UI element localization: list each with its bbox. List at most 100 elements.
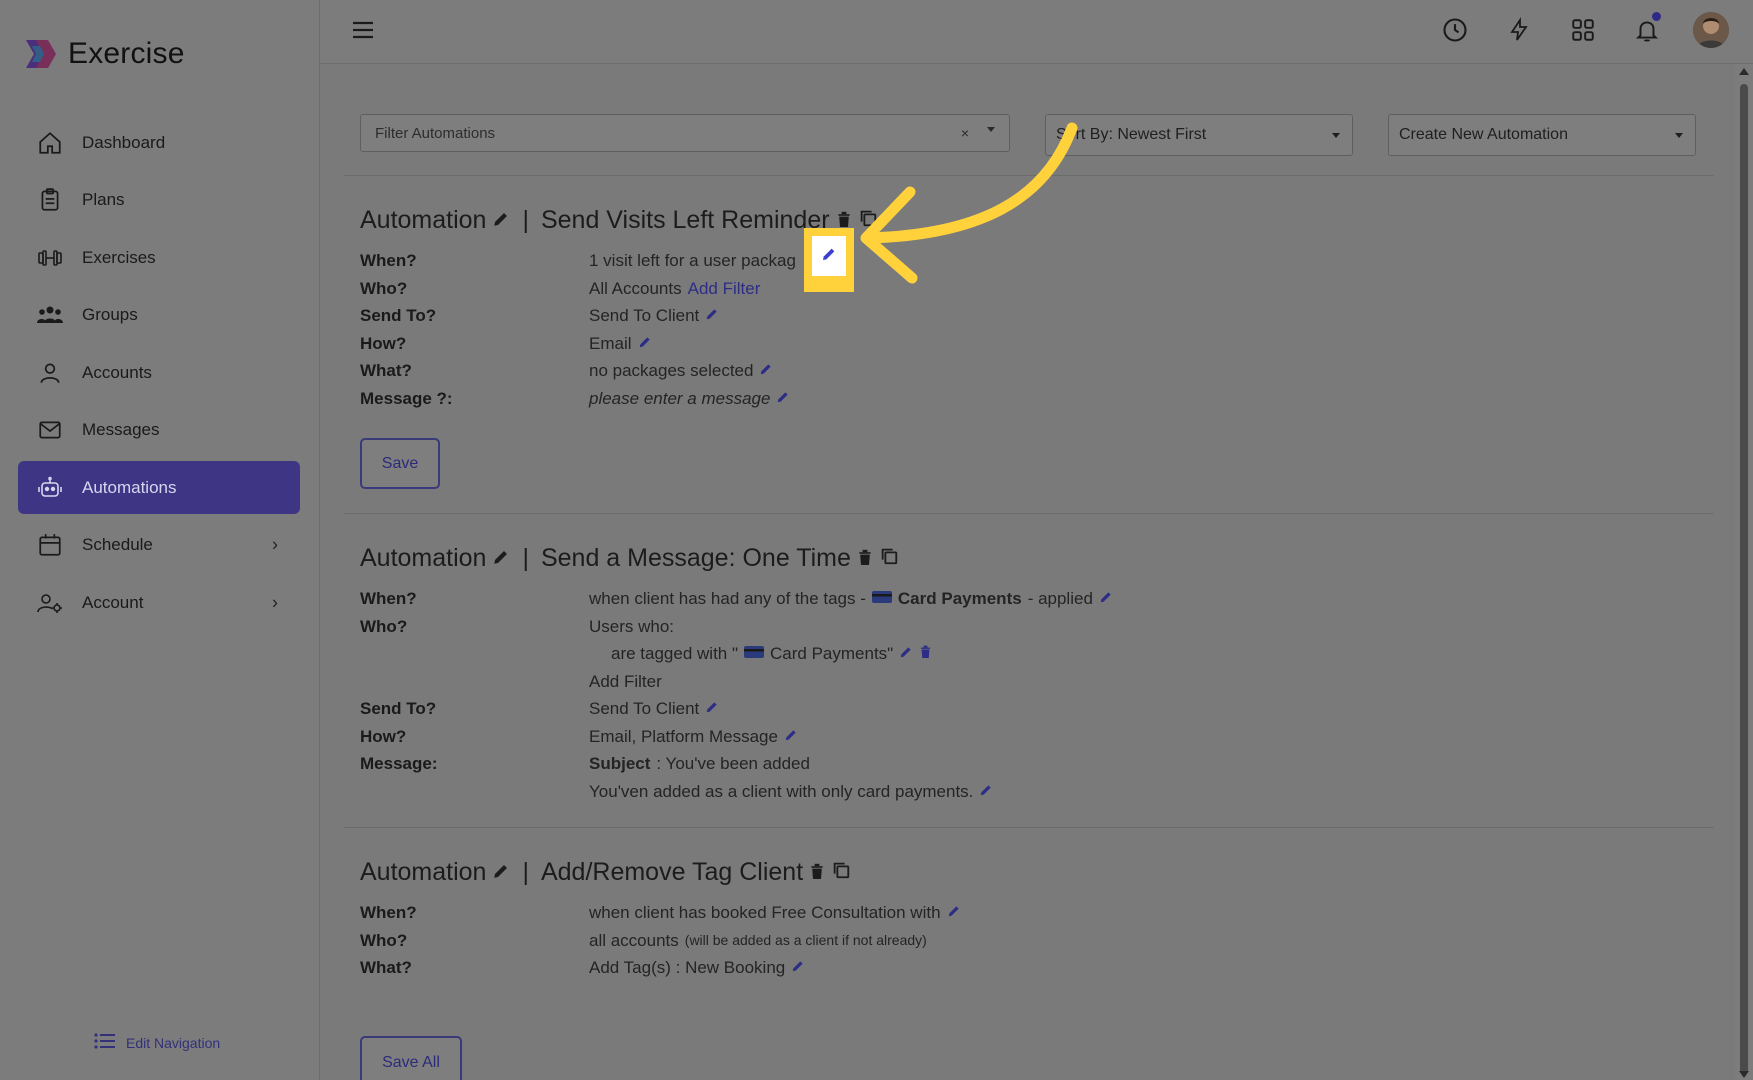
avatar[interactable] (1693, 12, 1729, 48)
history-icon[interactable] (1437, 12, 1473, 48)
when-row: When? 1 visit left for a user packag (360, 247, 878, 275)
sendto-label: Send To? (360, 306, 437, 325)
how-value: Email (589, 330, 652, 358)
create-automation-select[interactable]: Create New Automation (1388, 114, 1696, 156)
message-value: please enter a message (589, 385, 790, 413)
edit-pencil-icon[interactable] (492, 206, 510, 235)
who-row: Who? all accounts (will be added as a cl… (360, 927, 961, 955)
sidebar-item-plans[interactable]: Plans (18, 174, 300, 227)
brand[interactable]: Exercise (22, 36, 185, 72)
edit-pencil-icon (821, 246, 837, 267)
edit-pencil-icon[interactable] (638, 330, 652, 358)
sidebar-item-schedule[interactable]: Schedule › (18, 519, 300, 572)
bolt-icon[interactable] (1501, 12, 1537, 48)
add-filter-link[interactable]: Add Filter (688, 275, 761, 303)
sidebar-item-account[interactable]: Account › (18, 576, 300, 629)
how-label: How? (360, 333, 407, 353)
sidebar-nav: Dashboard Plans Exercises Groups Account… (18, 116, 300, 634)
list-icon (94, 1032, 116, 1053)
sidebar-item-label: Groups (82, 305, 138, 324)
edit-pencil-icon[interactable] (784, 723, 798, 751)
automation-name: Send Visits Left Reminder (540, 206, 830, 234)
when-value: 1 visit left for a user packag (589, 247, 796, 275)
topbar-actions (1437, 12, 1729, 48)
edit-pencil-icon[interactable] (1099, 585, 1113, 613)
who-text: All Accounts (589, 278, 682, 298)
copy-icon[interactable] (879, 544, 899, 573)
how-row: How? Email, Platform Message (360, 723, 1113, 751)
credit-card-icon (744, 640, 765, 668)
subject-text: : You've been added (656, 754, 810, 773)
message-body: You'ven added as a client with only card… (589, 778, 993, 806)
copy-icon[interactable] (831, 858, 851, 887)
trash-icon[interactable] (809, 858, 825, 887)
grid-icon[interactable] (1565, 12, 1601, 48)
sidebar-item-accounts[interactable]: Accounts (18, 346, 300, 399)
notification-dot (1652, 12, 1661, 21)
what-row: What? no packages selected (360, 357, 878, 385)
who-label: Who? (360, 930, 408, 950)
scrollbar-thumb[interactable] (1740, 84, 1748, 1074)
users-icon (36, 301, 64, 329)
message-body-row: You'ven added as a client with only card… (360, 778, 1113, 806)
message-body-text: You'ven added as a client with only card… (589, 781, 974, 801)
save-all-button[interactable]: Save All (360, 1036, 462, 1080)
scroll-down-arrow-icon[interactable] (1739, 1071, 1749, 1078)
when-value: when client has booked Free Consultation… (589, 899, 961, 927)
who-row: Who? All Accounts Add Filter (360, 275, 878, 303)
edit-pencil-icon[interactable] (705, 695, 719, 723)
sidebar-item-label: Automations (82, 477, 177, 497)
edit-pencil-icon[interactable] (492, 858, 510, 887)
add-filter-row: Add Filter (360, 668, 1113, 696)
sidebar-item-dashboard[interactable]: Dashboard (18, 116, 300, 169)
scrollbar[interactable] (1735, 64, 1753, 1080)
when-text-post: - applied (1027, 589, 1093, 608)
scroll-up-arrow-icon[interactable] (1739, 68, 1749, 75)
sidebar-item-messages[interactable]: Messages (18, 404, 300, 457)
who-note: (will be added as a client if not alread… (684, 931, 927, 948)
chevron-right-icon: › (272, 534, 278, 555)
bell-icon[interactable] (1629, 12, 1665, 48)
title-separator: | (522, 858, 529, 886)
sidebar-item-exercises[interactable]: Exercises (18, 231, 300, 284)
message-row: Message: Subject: You've been added (360, 750, 1113, 778)
sendto-text: Send To Client (589, 699, 700, 718)
edit-pencil-icon[interactable] (776, 385, 790, 413)
trash-icon[interactable] (919, 640, 932, 668)
sidebar: Exercise Dashboard Plans Exercises Group… (0, 0, 320, 1080)
sidebar-item-label: Account (82, 592, 144, 612)
sidebar-item-automations[interactable]: Automations (18, 461, 300, 514)
edit-navigation-link[interactable]: Edit Navigation (94, 1032, 220, 1053)
edit-pencil-icon[interactable] (947, 899, 961, 927)
message-label: Message ?: (360, 388, 453, 408)
automation-details: When? when client has had any of the tag… (360, 585, 1113, 805)
when-row: When? when client has had any of the tag… (360, 585, 1113, 613)
edit-pencil-icon[interactable] (791, 954, 805, 982)
edit-pencil-icon[interactable] (759, 357, 773, 385)
sidebar-item-label: Dashboard (82, 132, 166, 152)
what-text: Add Tag(s) : New Booking (589, 958, 786, 977)
credit-card-icon (871, 585, 892, 613)
automation-prefix: Automation (360, 206, 487, 234)
automation-details: When? 1 visit left for a user packag Who… (360, 247, 878, 412)
hamburger-menu-icon[interactable] (350, 18, 376, 42)
sidebar-item-label: Plans (82, 190, 125, 209)
automation-title: Automation | Send Visits Left Reminder (360, 206, 878, 235)
edit-pencil-icon[interactable] (979, 778, 993, 806)
edit-pencil-icon[interactable] (899, 640, 913, 668)
app-name: Exercise (68, 37, 185, 70)
who-value: all accounts (will be added as a client … (589, 927, 927, 955)
sidebar-item-groups[interactable]: Groups (18, 289, 300, 342)
user-gear-icon (36, 589, 64, 617)
logo-icon (22, 36, 58, 72)
save-button[interactable]: Save (360, 438, 440, 489)
add-filter-link[interactable]: Add Filter (589, 668, 662, 696)
sendto-label: Send To? (360, 699, 437, 718)
automation-card: Automation | Send Visits Left Reminder W… (360, 206, 878, 412)
message-row: Message ?: please enter a message (360, 385, 878, 413)
title-separator: | (522, 544, 529, 572)
edit-pencil-icon[interactable] (492, 544, 510, 573)
edit-pencil-icon[interactable] (705, 302, 719, 330)
trash-icon[interactable] (857, 544, 873, 573)
